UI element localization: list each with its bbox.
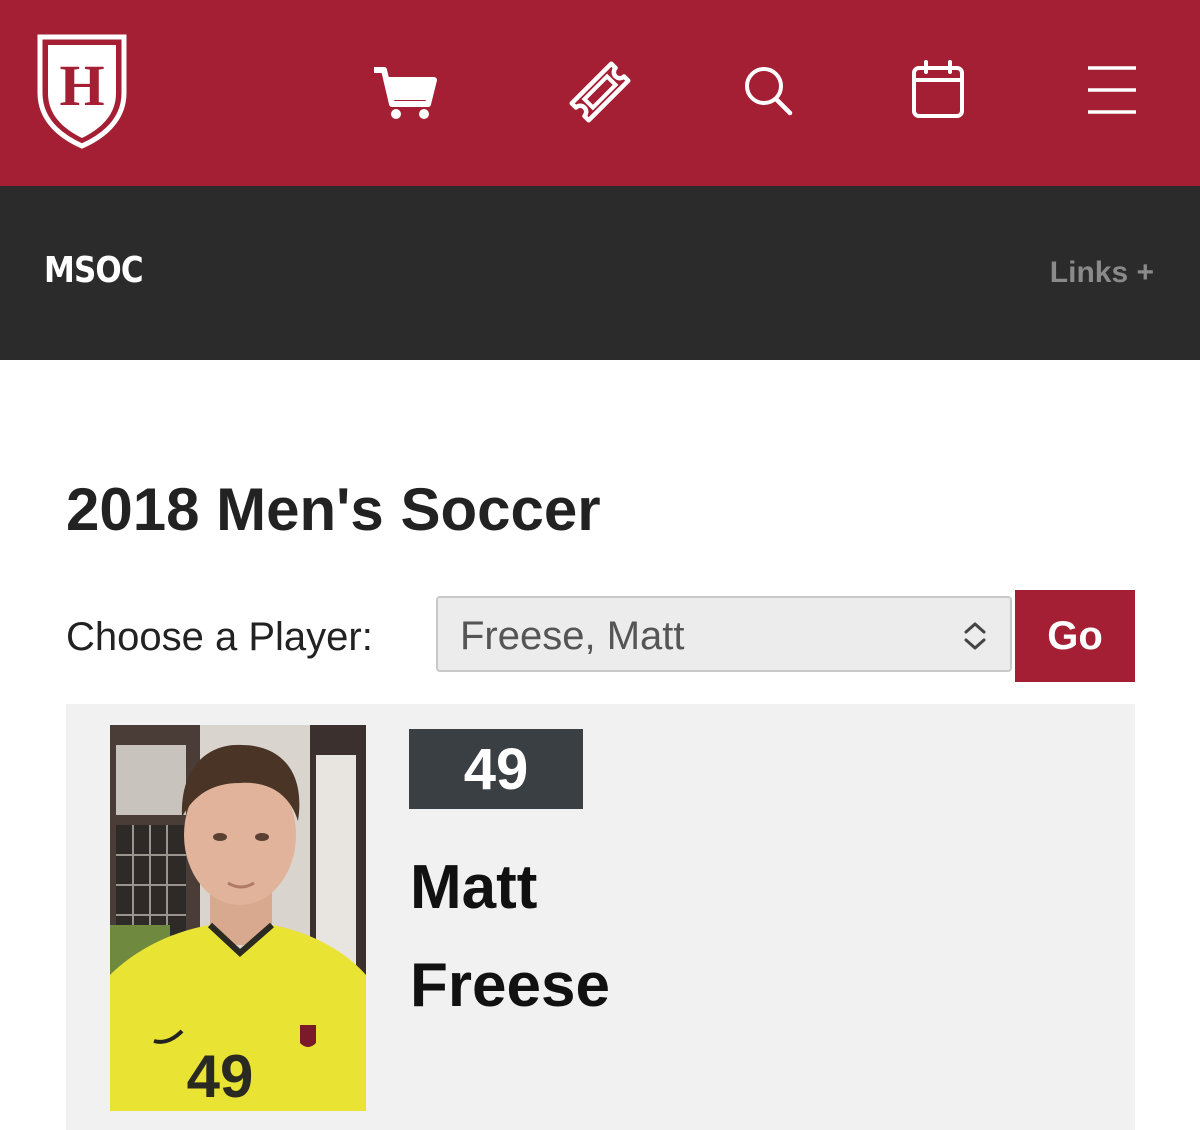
select-arrows-icon xyxy=(964,622,986,650)
svg-text:49: 49 xyxy=(187,1043,254,1110)
player-first-name: Matt xyxy=(410,853,538,922)
cart-icon[interactable] xyxy=(368,56,440,128)
ticket-icon[interactable] xyxy=(564,56,636,128)
jersey-number-badge: 49 xyxy=(409,729,583,809)
menu-icon[interactable] xyxy=(1076,56,1148,128)
calendar-icon[interactable] xyxy=(902,56,974,128)
harvard-shield-logo[interactable]: H xyxy=(36,33,128,149)
player-last-name: Freese xyxy=(410,951,610,1020)
top-nav-bar: H xyxy=(0,0,1200,186)
page-title: 2018 Men's Soccer xyxy=(66,476,601,543)
svg-text:H: H xyxy=(59,53,104,118)
go-button[interactable]: Go xyxy=(1015,590,1135,682)
player-select-value: Freese, Matt xyxy=(460,614,685,658)
links-toggle[interactable]: Links + xyxy=(1050,256,1154,290)
search-icon[interactable] xyxy=(732,56,804,128)
player-select[interactable]: Freese, Matt xyxy=(436,596,1012,672)
choose-player-label: Choose a Player: xyxy=(66,615,373,659)
sport-nav-bar xyxy=(0,186,1200,360)
player-headshot: 49 xyxy=(110,725,366,1111)
sport-code-link[interactable]: MSOC xyxy=(44,250,144,291)
